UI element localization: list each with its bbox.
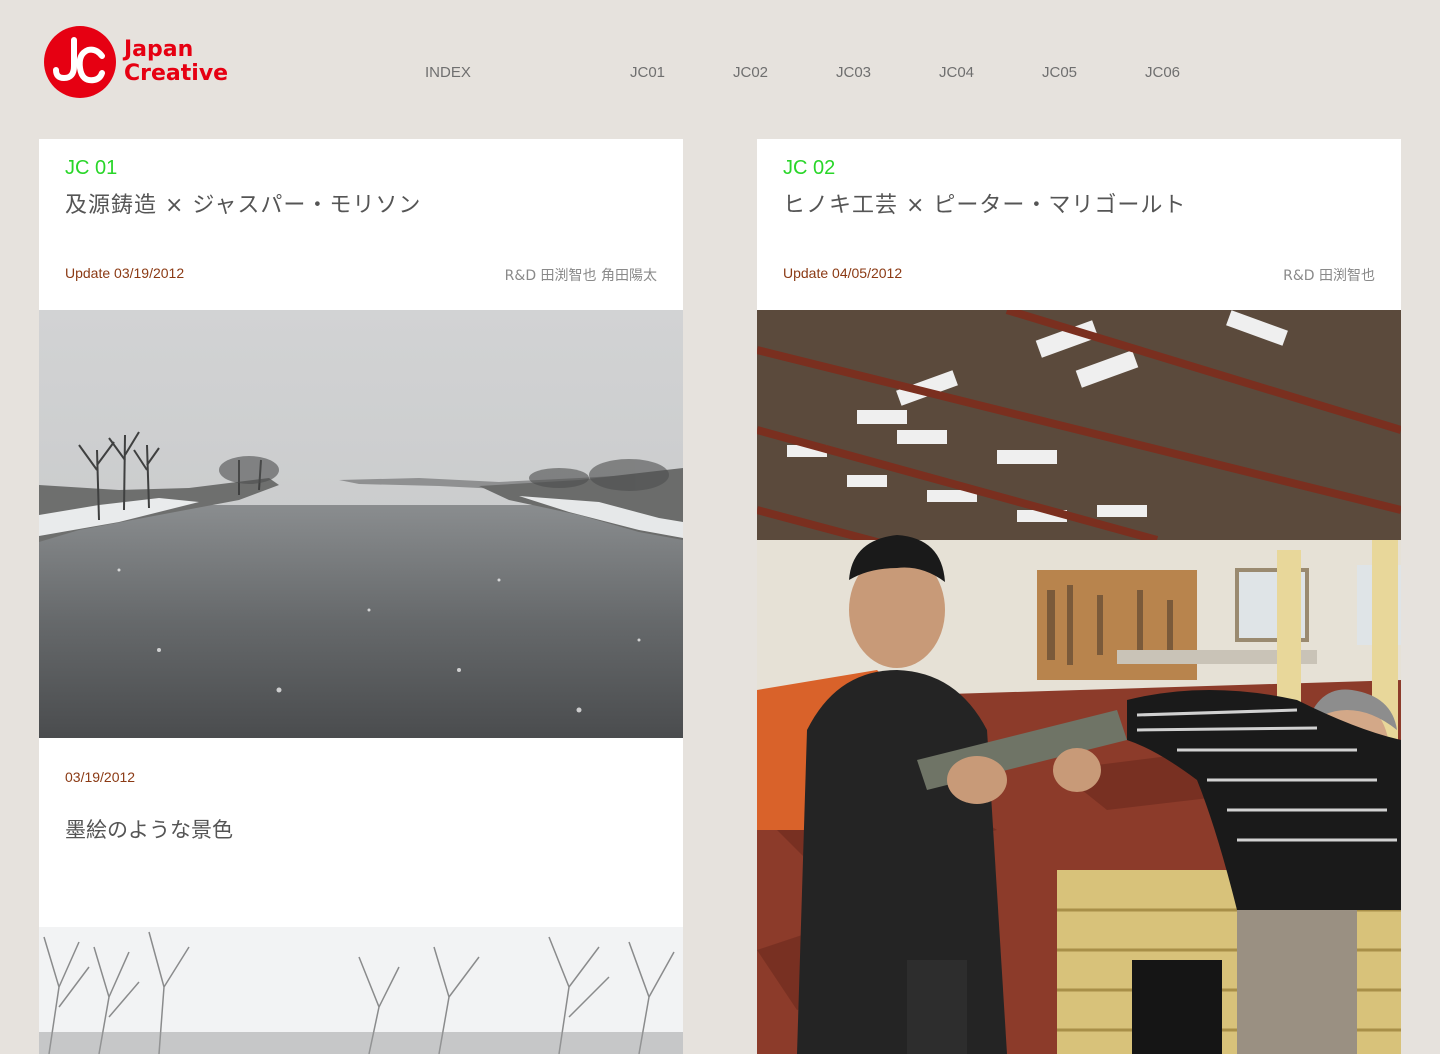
update-date: Update 03/19/2012	[65, 265, 185, 281]
nav-jc06[interactable]: JC06	[1145, 64, 1180, 81]
jc02-card[interactable]: JC 02 ヒノキ工芸 × ピーター・マリゴールト Update 04/05/2…	[757, 139, 1401, 1054]
nav-jc01[interactable]: JC01	[630, 64, 665, 81]
nav-jc04[interactable]: JC04	[939, 64, 974, 81]
snowy-trees-photo[interactable]	[39, 927, 683, 1054]
workshop-photo[interactable]	[757, 310, 1401, 1054]
jc-number-label: JC 02	[783, 157, 836, 179]
nav-jc03[interactable]: JC03	[836, 64, 871, 81]
snowy-river-photo[interactable]	[39, 310, 683, 738]
nav-index[interactable]: INDEX	[425, 64, 471, 81]
site-logo[interactable]: Japan Creative	[44, 24, 234, 100]
post-date: 03/19/2012	[65, 769, 136, 785]
card-title[interactable]: ヒノキ工芸 × ピーター・マリゴールト	[783, 187, 1186, 219]
card-header: JC 01 及源鋳造 × ジャスパー・モリソン Update 03/19/201…	[39, 139, 683, 310]
jc-logo-icon	[44, 26, 116, 98]
update-date: Update 04/05/2012	[783, 265, 903, 281]
credit-text: R&D 田渕智也 角田陽太	[504, 268, 657, 284]
jc01-card[interactable]: JC 01 及源鋳造 × ジャスパー・モリソン Update 03/19/201…	[39, 139, 683, 1054]
nav-jc02[interactable]: JC02	[733, 64, 768, 81]
card-title[interactable]: 及源鋳造 × ジャスパー・モリソン	[65, 187, 421, 219]
post-title[interactable]: 墨絵のような景色	[65, 814, 233, 844]
main-nav: INDEX JC01 JC02 JC03 JC04 JC05 JC06	[0, 64, 1440, 86]
credit-text: R&D 田渕智也	[1283, 268, 1375, 284]
card-header: JC 02 ヒノキ工芸 × ピーター・マリゴールト Update 04/05/2…	[757, 139, 1401, 310]
jc-number-label: JC 01	[65, 157, 118, 179]
nav-jc05[interactable]: JC05	[1042, 64, 1077, 81]
logo-text-line1: Japan	[124, 37, 194, 62]
